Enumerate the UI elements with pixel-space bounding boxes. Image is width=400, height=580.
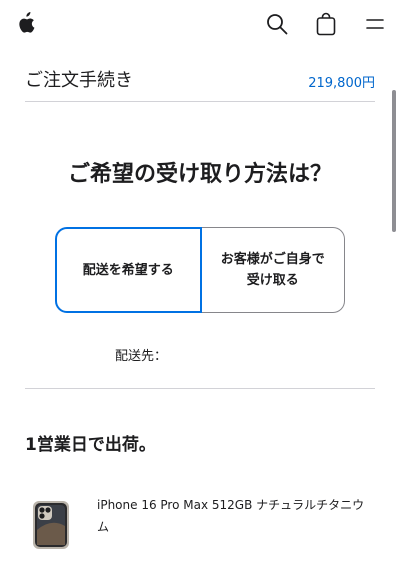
product-name: iPhone 16 Pro Max 512GB ナチュラルチタニウム <box>97 498 365 534</box>
section-divider <box>25 388 375 389</box>
delivery-headline: ご希望の受け取り方法は？ <box>67 162 332 187</box>
bag-icon[interactable] <box>316 12 336 36</box>
page-title: ご注文手続き <box>25 70 133 91</box>
product-item: iPhone 16 Pro Max 512GB ナチュラルチタニウム <box>25 492 375 552</box>
apple-logo-icon[interactable] <box>16 12 36 34</box>
delivery-option-pickup[interactable]: お客様がご自身で受け取る <box>201 227 345 313</box>
delivery-option-ship-label: 配送を希望する <box>82 262 174 278</box>
search-icon[interactable] <box>266 13 288 35</box>
delivery-options: 配送を希望する お客様がご自身で受け取る <box>55 227 345 313</box>
destination-label: 配送先： <box>115 349 168 364</box>
top-nav <box>0 0 400 48</box>
delivery-option-pickup-label: お客様がご自身で受け取る <box>220 252 325 288</box>
iphone-product-image <box>33 501 69 549</box>
delivery-option-ship[interactable]: 配送を希望する <box>55 227 202 313</box>
shipping-heading: 1営業日で出荷。 <box>25 435 156 455</box>
menu-icon[interactable] <box>366 14 384 34</box>
order-total-link[interactable]: 219,800円 <box>308 72 375 91</box>
order-summary-bar[interactable]: ご注文手続き 219,800円 <box>25 62 375 102</box>
